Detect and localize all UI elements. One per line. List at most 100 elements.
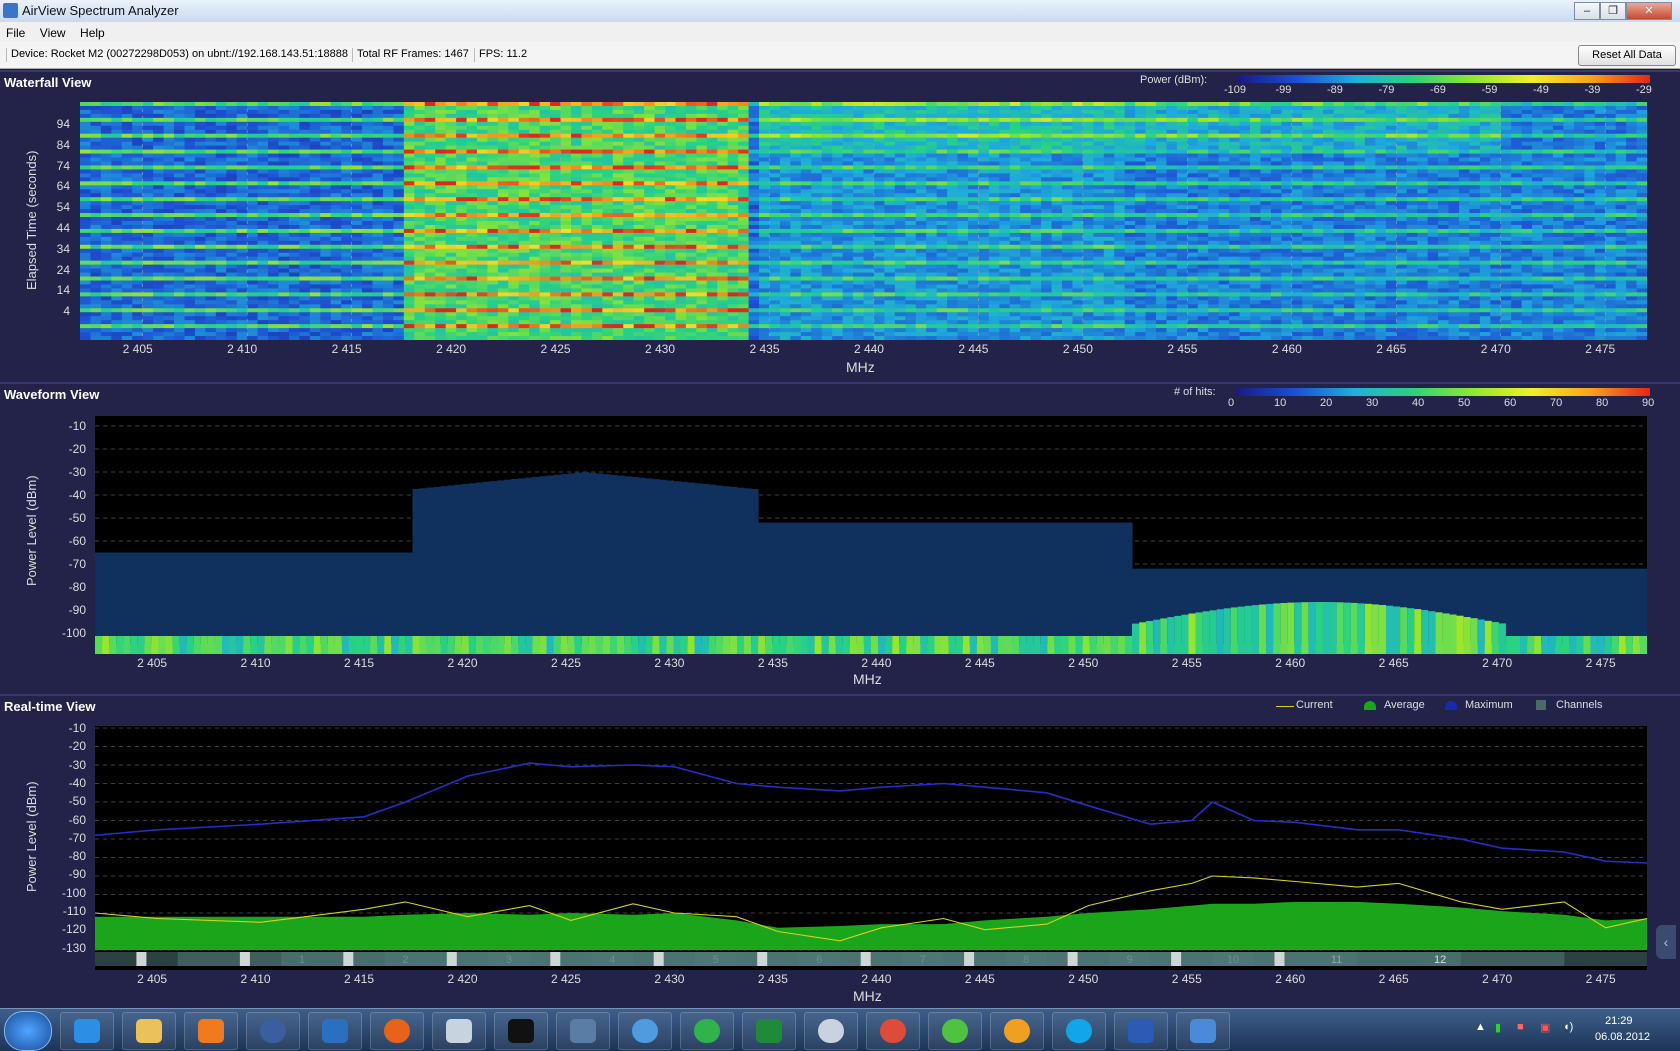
waterfall-cell bbox=[843, 229, 854, 233]
waterfall-cell bbox=[769, 162, 780, 166]
waterfall-cell bbox=[978, 162, 989, 166]
waterfall-cell bbox=[592, 177, 603, 181]
waterfall-cell bbox=[811, 102, 822, 106]
waterfall-cell bbox=[1292, 134, 1303, 138]
waterfall-cell bbox=[1344, 213, 1355, 217]
waterfall-cell bbox=[937, 221, 948, 225]
waterfall-cell bbox=[373, 106, 384, 110]
close-button[interactable]: ✕ bbox=[1626, 2, 1672, 20]
waterfall-cell bbox=[1302, 193, 1313, 197]
waterfall-cell bbox=[968, 189, 979, 193]
waterfall-cell bbox=[811, 106, 822, 110]
reset-all-data-button[interactable]: Reset All Data bbox=[1578, 45, 1676, 66]
waterfall-cell bbox=[905, 221, 916, 225]
waterfall-cell bbox=[665, 197, 676, 201]
waterfall-cell bbox=[1323, 173, 1334, 177]
waterfall-cell bbox=[780, 134, 791, 138]
waterfall-cell bbox=[1428, 193, 1439, 197]
waterfall-cell bbox=[1093, 138, 1104, 142]
waterfall-cell bbox=[905, 126, 916, 130]
waterfall-cell bbox=[1281, 181, 1292, 185]
waterfall-cell bbox=[780, 158, 791, 162]
waterfall-cell bbox=[884, 138, 895, 142]
waterfall-cell bbox=[634, 205, 645, 209]
waterfall-cell bbox=[435, 201, 446, 205]
waterfall-plot[interactable] bbox=[80, 102, 1647, 340]
waterfall-cell bbox=[373, 165, 384, 169]
waterfall-cell bbox=[414, 158, 425, 162]
waterfall-cell bbox=[905, 142, 916, 146]
waterfall-cell bbox=[1365, 185, 1376, 189]
waterfall-cell bbox=[1501, 213, 1512, 217]
waterfall-cell bbox=[1543, 150, 1554, 154]
waterfall-cell bbox=[101, 142, 112, 146]
waterfall-cell bbox=[153, 114, 164, 118]
minimize-button[interactable]: – bbox=[1574, 2, 1600, 20]
waterfall-cell bbox=[749, 221, 760, 225]
waterfall-cell bbox=[258, 213, 269, 217]
waterfall-cell bbox=[884, 197, 895, 201]
waterfall-cell bbox=[383, 102, 394, 106]
waterfall-cell bbox=[425, 229, 436, 233]
waterfall-cell bbox=[101, 130, 112, 134]
waterfall-cell bbox=[1041, 173, 1052, 177]
waterfall-cell bbox=[1281, 197, 1292, 201]
waterfall-cell bbox=[1031, 134, 1042, 138]
waterfall-cell bbox=[1302, 110, 1313, 114]
waterfall-cell bbox=[832, 181, 843, 185]
waterfall-cell bbox=[435, 173, 446, 177]
waterfall-cell bbox=[1031, 185, 1042, 189]
waterfall-cell bbox=[143, 185, 154, 189]
waterfall-cell bbox=[1626, 177, 1637, 181]
waterfall-cell bbox=[1574, 229, 1585, 233]
waterfall-cell bbox=[1302, 106, 1313, 110]
waterfall-cell bbox=[1031, 165, 1042, 169]
waterfall-cell bbox=[1020, 205, 1031, 209]
waterfall-cell bbox=[665, 102, 676, 106]
waterfall-cell bbox=[832, 213, 843, 217]
waterfall-cell bbox=[1010, 102, 1021, 106]
waterfall-cell bbox=[425, 213, 436, 217]
waterfall-cell bbox=[278, 106, 289, 110]
waterfall-cell bbox=[1093, 217, 1104, 221]
waterfall-cell bbox=[696, 102, 707, 106]
waterfall-cell bbox=[728, 126, 739, 130]
waterfall-cell bbox=[1501, 193, 1512, 197]
waterfall-cell bbox=[1156, 134, 1167, 138]
waterfall-cell bbox=[937, 134, 948, 138]
waterfall-cell bbox=[1407, 229, 1418, 233]
waterfall-cell bbox=[1020, 189, 1031, 193]
waterfall-cell bbox=[1501, 130, 1512, 134]
waterfall-cell bbox=[958, 217, 969, 221]
waterfall-cell bbox=[1490, 150, 1501, 154]
menu-file[interactable]: File bbox=[0, 22, 29, 40]
waterfall-cell bbox=[999, 138, 1010, 142]
waterfall-cell bbox=[561, 197, 572, 201]
waterfall-cell bbox=[237, 102, 248, 106]
waterfall-cell bbox=[1417, 173, 1428, 177]
waterfall-cell bbox=[414, 146, 425, 150]
waterfall-cell bbox=[968, 118, 979, 122]
waterfall-cell bbox=[132, 197, 143, 201]
menu-help[interactable]: Help bbox=[74, 22, 109, 40]
waterfall-cell bbox=[1396, 138, 1407, 142]
waterfall-cell bbox=[947, 201, 958, 205]
waterfall-cell bbox=[1386, 221, 1397, 225]
waterfall-cell bbox=[1407, 154, 1418, 158]
waterfall-cell bbox=[790, 229, 801, 233]
waterfall-cell bbox=[1292, 130, 1303, 134]
waterfall-cell bbox=[1083, 205, 1094, 209]
waterfall-cell bbox=[968, 134, 979, 138]
waterfall-cell bbox=[686, 165, 697, 169]
waterfall-cell bbox=[1595, 205, 1606, 209]
waterfall-cell bbox=[1240, 122, 1251, 126]
maximize-button[interactable]: ❐ bbox=[1600, 2, 1626, 20]
waterfall-cell bbox=[362, 205, 373, 209]
waterfall-cell bbox=[874, 217, 885, 221]
waterfall-cell bbox=[174, 110, 185, 114]
waterfall-cell bbox=[143, 102, 154, 106]
waterfall-cell bbox=[634, 138, 645, 142]
waterfall-cell bbox=[769, 130, 780, 134]
menu-view[interactable]: View bbox=[34, 22, 70, 40]
waterfall-cell bbox=[749, 106, 760, 110]
